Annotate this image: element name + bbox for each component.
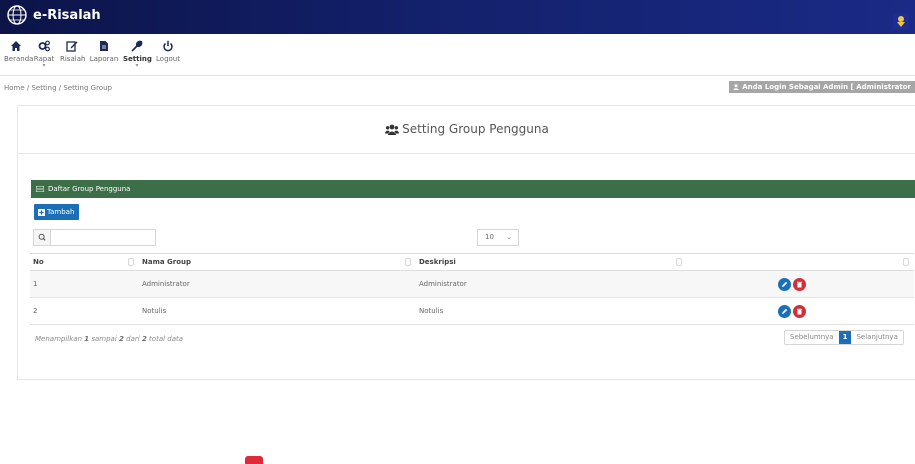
- table-row: 1 Administrator Administrator: [30, 270, 914, 298]
- cell-deskripsi: Administrator: [416, 270, 687, 298]
- chevron-down-icon: ⌄: [506, 233, 512, 241]
- gears-icon: [38, 40, 50, 52]
- sort-icon: [903, 258, 909, 266]
- column-header-no[interactable]: No: [30, 253, 139, 271]
- cell-nama-group: Notulis: [139, 297, 416, 325]
- cell-nama-group: Administrator: [139, 270, 416, 298]
- panel-title: Daftar Group Pengguna: [48, 185, 131, 193]
- cell-actions: [687, 270, 914, 298]
- column-header-deskripsi[interactable]: Deskripsi: [416, 253, 687, 271]
- column-header-nama-group[interactable]: Nama Group: [139, 253, 416, 271]
- list-icon: [35, 185, 45, 193]
- page-length-select[interactable]: 10 ⌄: [477, 229, 519, 246]
- search-box: [33, 229, 156, 246]
- sort-icon: [128, 258, 134, 266]
- toolbar-label: Logout: [156, 55, 180, 63]
- toolbar-label: Laporan: [89, 55, 119, 63]
- search-addon: [34, 230, 51, 245]
- user-icon: [897, 16, 905, 27]
- table-header-row: No Nama Group Deskripsi: [30, 253, 914, 271]
- main-toolbar: Beranda Rapat ▾ Risalah Laporan Setting …: [0, 34, 915, 76]
- globe-logo-icon: [7, 5, 27, 25]
- page-title: Setting Group Pengguna: [18, 122, 915, 136]
- toolbar-item-laporan[interactable]: Laporan: [89, 40, 119, 63]
- delete-button[interactable]: [793, 304, 806, 318]
- pagination-next[interactable]: Selanjutnya: [851, 331, 902, 344]
- breadcrumb[interactable]: Home / Setting / Setting Group: [4, 84, 112, 92]
- top-navbar: e-Risalah: [0, 0, 915, 34]
- group-table: No Nama Group Deskripsi 1 Administrator …: [30, 253, 914, 325]
- cell-deskripsi: Notulis: [416, 297, 687, 325]
- cell-actions: [687, 297, 914, 325]
- login-status-text: Anda Login Sebagai Admin [ Administrator: [742, 83, 911, 91]
- pagination: Sebelumnya 1 Selanjutnya: [784, 330, 904, 345]
- toolbar-label: Risalah: [60, 55, 86, 63]
- cell-no: 1: [30, 270, 139, 298]
- page-title-text: Setting Group Pengguna: [402, 122, 549, 136]
- title-box: Setting Group Pengguna: [18, 106, 915, 154]
- chevron-down-icon: ▾: [135, 62, 139, 69]
- login-status-badge: Anda Login Sebagai Admin [ Administrator: [729, 81, 915, 93]
- file-icon: [100, 41, 108, 51]
- wrench-icon: [131, 40, 143, 52]
- delete-button[interactable]: [793, 277, 806, 291]
- toolbar-item-beranda[interactable]: Beranda: [4, 40, 34, 63]
- table-row: 2 Notulis Notulis: [30, 297, 914, 325]
- edit-icon: [66, 41, 78, 52]
- pagination-page-1[interactable]: 1: [838, 331, 852, 344]
- toolbar-item-setting[interactable]: Setting ▾: [123, 40, 152, 69]
- pencil-icon: [782, 281, 788, 287]
- column-header-actions[interactable]: [687, 253, 914, 271]
- trash-icon: [797, 281, 802, 287]
- pencil-icon: [782, 308, 788, 314]
- page-length-value: 10: [485, 233, 494, 241]
- toolbar-item-rapat[interactable]: Rapat ▾: [33, 40, 55, 69]
- users-icon: [385, 124, 400, 135]
- search-icon: [38, 233, 46, 241]
- add-group-label: Tambah: [47, 208, 75, 216]
- user-icon: [733, 84, 739, 90]
- floating-button-edge[interactable]: [245, 456, 263, 464]
- home-icon: [11, 41, 21, 51]
- chevron-down-icon: ▾: [42, 62, 46, 69]
- pagination-prev[interactable]: Sebelumnya: [785, 331, 839, 344]
- plus-square-icon: [38, 208, 45, 216]
- toolbar-item-logout[interactable]: Logout: [156, 40, 180, 63]
- cell-no: 2: [30, 297, 139, 325]
- sort-icon: [676, 258, 682, 266]
- app-title: e-Risalah: [33, 8, 101, 23]
- add-group-button[interactable]: Tambah: [34, 204, 80, 220]
- trash-icon: [797, 308, 802, 314]
- search-input[interactable]: [52, 230, 155, 245]
- edit-button[interactable]: [778, 277, 791, 291]
- breadcrumb-bar: Home / Setting / Setting Group Anda Logi…: [0, 77, 915, 99]
- sort-icon: [405, 258, 411, 266]
- power-icon: [163, 40, 173, 52]
- table-info: Menampilkan 1 sampai 2 dari 2 total data: [35, 335, 184, 343]
- toolbar-item-risalah[interactable]: Risalah: [60, 40, 86, 63]
- panel-header: Daftar Group Pengguna: [31, 180, 915, 198]
- toolbar-label: Beranda: [4, 55, 34, 63]
- edit-button[interactable]: [778, 304, 791, 318]
- user-menu-button[interactable]: [893, 13, 909, 29]
